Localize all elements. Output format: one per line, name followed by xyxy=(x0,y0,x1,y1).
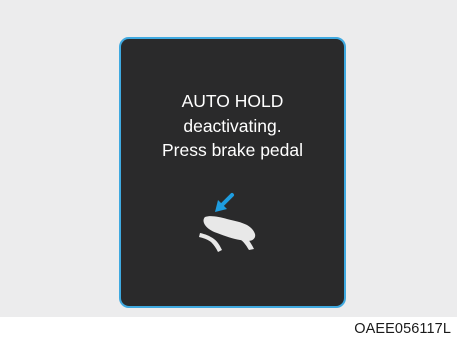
message-line-3: Press brake pedal xyxy=(161,140,304,160)
pedal-icon xyxy=(199,233,222,252)
background-panel: AUTO HOLD deactivating. Press brake peda… xyxy=(0,0,457,317)
figure-code: OAEE056117L xyxy=(354,321,451,337)
press-arrow-icon xyxy=(215,193,234,212)
message-line-2: deactivating. xyxy=(183,115,282,136)
warning-message: AUTO HOLD deactivating. Press brake peda… xyxy=(121,89,344,163)
cluster-display: AUTO HOLD deactivating. Press brake peda… xyxy=(119,37,346,308)
brake-pedal-press-icon xyxy=(199,193,256,252)
message-line-1: AUTO HOLD xyxy=(181,91,284,111)
shoe-toe-icon xyxy=(241,239,254,250)
